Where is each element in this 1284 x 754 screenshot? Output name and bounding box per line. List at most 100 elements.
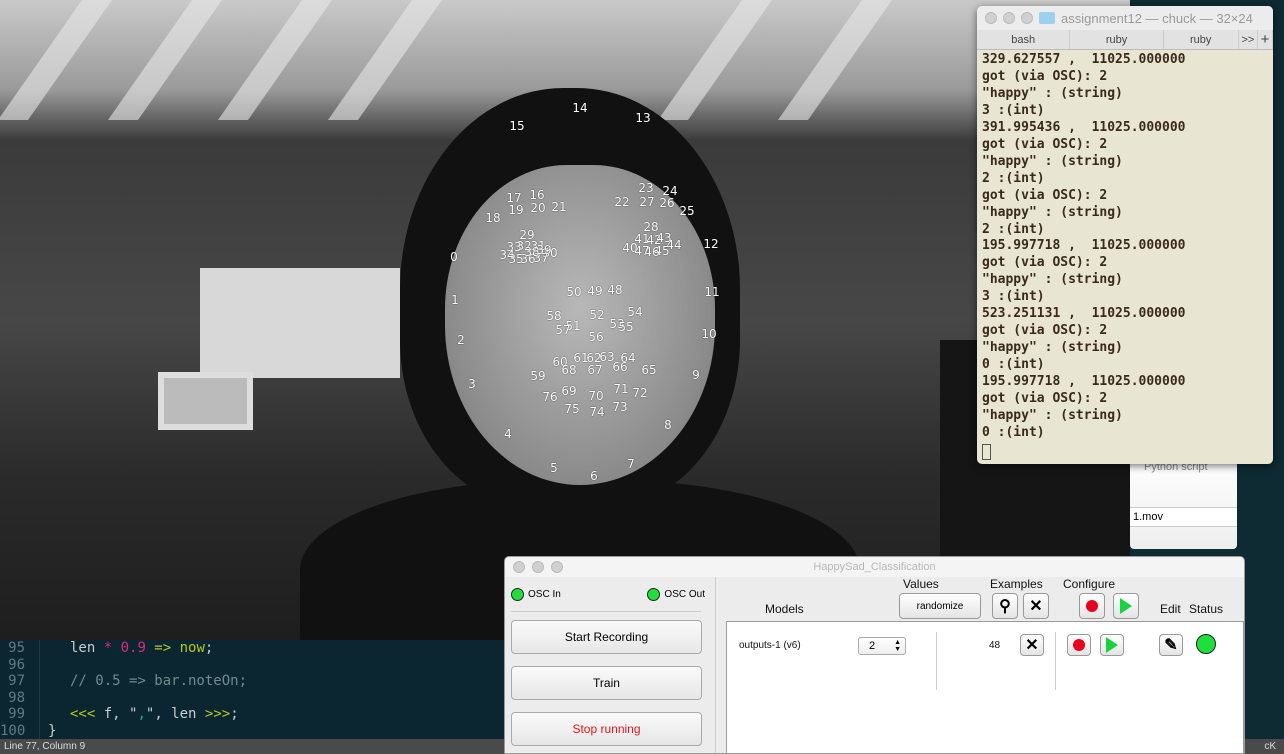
landmark-label: 2 — [457, 333, 465, 347]
terminal-line: "happy" : (string) — [982, 408, 1123, 424]
edit-header: Edit — [1160, 602, 1181, 616]
terminal-line: 3 :(int) — [982, 102, 1045, 118]
delete-examples-button[interactable]: ✕ — [1023, 593, 1049, 619]
landmark-label: 48 — [607, 283, 623, 297]
terminal-line: 2 :(int) — [982, 221, 1045, 237]
landmark-label: 26 — [659, 196, 675, 210]
landmark-label: 27 — [639, 195, 655, 209]
landmark-label: 10 — [701, 327, 717, 341]
pencil-icon: ✎ — [1164, 637, 1178, 654]
terminal-line: 3 :(int) — [982, 289, 1045, 305]
landmark-label: 16 — [529, 188, 545, 202]
terminal-line: got (via OSC): 2 — [982, 136, 1108, 152]
model-value-stepper[interactable]: 2 ▲ ▼ — [858, 637, 906, 655]
tab-ruby-2[interactable]: ruby — [1164, 30, 1239, 49]
terminal-line: got (via OSC): 2 — [982, 187, 1108, 203]
code-line: 99 <<< f, ",", len >>>; — [0, 706, 505, 723]
landmark-label: 19 — [508, 203, 524, 217]
close-icon: ✕ — [1029, 598, 1043, 615]
terminal-window[interactable]: assignment12 — chuck — 32×24 bash ruby r… — [977, 6, 1273, 464]
model-name: outputs-1 (v6) — [739, 640, 801, 651]
landmark-label: 3 — [468, 377, 476, 391]
landmark-label: 71 — [613, 382, 629, 396]
zoom-button[interactable] — [1021, 12, 1033, 24]
osc-out-indicator: OSC Out — [647, 588, 705, 601]
status-led-icon — [647, 588, 661, 601]
landmark-label: 0 — [450, 250, 458, 264]
landmark-label: 74 — [589, 405, 605, 419]
minimize-button[interactable] — [1003, 12, 1015, 24]
landmark-label: 55 — [618, 320, 634, 334]
code-editor[interactable]: 95 len * 0.9 => now; 96 97// 0.5 => bar.n… — [0, 640, 505, 739]
finder-window: Python script 1.mov — [1130, 455, 1237, 549]
status-header: Status — [1189, 602, 1224, 616]
landmark-label: 47 — [634, 244, 650, 258]
start-recording-button[interactable]: Start Recording — [511, 620, 702, 654]
terminal-line: 195.997718 , 11025.000000 — [982, 238, 1186, 254]
landmark-label: 23 — [638, 181, 654, 195]
landmark-label: 14 — [572, 101, 588, 115]
code-line: 97// 0.5 => bar.noteOn; — [0, 673, 505, 690]
record-model-button[interactable] — [1067, 634, 1091, 656]
terminal-line: got (via OSC): 2 — [982, 391, 1108, 407]
landmark-label: 56 — [588, 330, 604, 344]
configure-header: Configure — [1063, 577, 1116, 591]
stop-running-button[interactable]: Stop running — [511, 712, 702, 746]
terminal-line: 391.995436 , 11025.000000 — [982, 119, 1186, 135]
wekinator-window: HappySad_Classification OSC In OSC Out S… — [504, 556, 1245, 754]
landmark-label: 39 — [536, 243, 552, 257]
cursor-position: Line 77, Column 9 — [4, 741, 86, 752]
landmark-label: 73 — [612, 400, 628, 414]
landmark-label: 67 — [587, 363, 603, 377]
run-model-button[interactable] — [1100, 634, 1124, 656]
delete-model-examples-button[interactable]: ✕ — [1020, 634, 1044, 656]
landmark-label: 12 — [703, 237, 719, 251]
terminal-line: 0 :(int) — [982, 357, 1045, 373]
landmark-label: 25 — [679, 204, 695, 218]
models-panel: outputs-1 (v6) 2 ▲ ▼ 48 ✕ ✎ — [726, 621, 1244, 753]
randomize-button[interactable]: randomize — [899, 593, 981, 619]
window-title: HappySad_Classification — [813, 561, 936, 573]
terminal-line: 195.997718 , 11025.000000 — [982, 374, 1186, 390]
terminal-line: "happy" : (string) — [982, 153, 1123, 169]
landmark-label: 70 — [588, 389, 604, 403]
values-header: Values — [903, 577, 939, 591]
landmark-label: 49 — [587, 284, 603, 298]
examples-header: Examples — [990, 577, 1043, 591]
landmark-label: 66 — [612, 360, 628, 374]
examples-count: 48 — [989, 640, 1001, 651]
tab-ruby[interactable]: ruby — [1070, 30, 1164, 49]
terminal-line: 0 :(int) — [982, 424, 1045, 440]
terminal-line: "happy" : (string) — [982, 272, 1123, 288]
terminal-line: 329.627557 , 11025.000000 — [982, 52, 1186, 67]
edit-model-button[interactable]: ✎ — [1159, 634, 1183, 656]
landmark-label: 50 — [566, 285, 582, 299]
run-all-button[interactable] — [1113, 593, 1139, 619]
terminal-line: "happy" : (string) — [982, 340, 1123, 356]
train-button[interactable]: Train — [511, 666, 702, 700]
record-all-button[interactable] — [1079, 593, 1105, 619]
close-icon: ✕ — [1025, 637, 1039, 654]
terminal-line: got (via OSC): 2 — [982, 255, 1108, 271]
play-icon — [1120, 598, 1132, 614]
landmark-label: 6 — [590, 469, 598, 483]
search-examples-button[interactable]: ⚲ — [992, 593, 1018, 619]
terminal-line: got (via OSC): 2 — [982, 68, 1108, 84]
terminal-line: got (via OSC): 2 — [982, 323, 1108, 339]
file-item[interactable]: 1.mov — [1130, 507, 1237, 527]
terminal-line: 523.251131 , 11025.000000 — [982, 306, 1186, 322]
landmark-label: 11 — [704, 285, 720, 299]
landmark-label: 15 — [509, 119, 525, 133]
new-tab-button[interactable]: + — [1258, 30, 1273, 49]
landmark-label: 5 — [550, 461, 558, 475]
landmark-label: 20 — [530, 201, 546, 215]
more-tabs-button[interactable]: >> — [1239, 30, 1259, 49]
landmark-label: 69 — [561, 384, 577, 398]
osc-in-indicator: OSC In — [511, 588, 561, 601]
tab-bash[interactable]: bash — [977, 30, 1071, 49]
terminal-line: "happy" : (string) — [982, 85, 1123, 101]
landmark-label: 18 — [485, 211, 501, 225]
close-button[interactable] — [985, 12, 997, 24]
code-line: 96 — [0, 656, 505, 673]
record-icon — [1086, 600, 1098, 612]
